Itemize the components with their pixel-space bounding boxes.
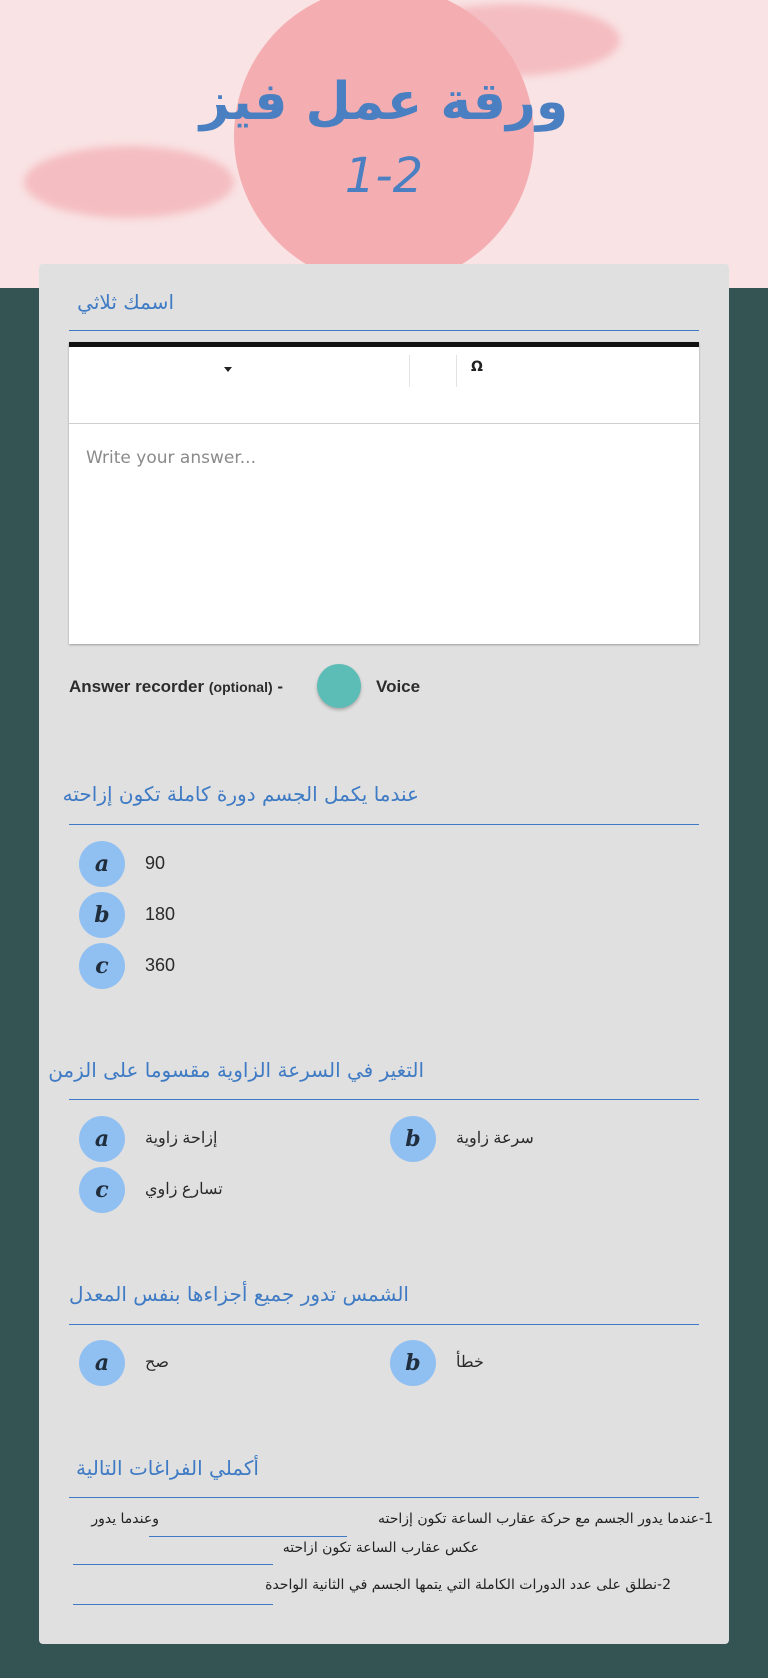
blank-input-1[interactable] bbox=[149, 1536, 347, 1537]
option-letter-badge[interactable]: b bbox=[79, 892, 125, 938]
header-banner: ورقة عمل فيز 1-2 bbox=[0, 0, 768, 288]
question-5-divider bbox=[69, 1497, 699, 1498]
question-2-title: عندما يكمل الجسم دورة كاملة تكون إزاحته bbox=[62, 782, 419, 806]
special-character-button[interactable]: Ω bbox=[471, 359, 483, 375]
option-text: سرعة زاوية bbox=[456, 1130, 534, 1147]
blank-input-2[interactable] bbox=[73, 1564, 273, 1565]
option-text: 180 bbox=[145, 904, 176, 924]
option-text: صح bbox=[145, 1354, 169, 1371]
recorder-dash: - bbox=[277, 677, 284, 696]
option-letter-badge[interactable]: c bbox=[79, 943, 125, 989]
editor-toolbar: Ω bbox=[69, 347, 699, 424]
question-4-title: الشمس تدور جميع أجزاءها بنفس المعدل bbox=[69, 1282, 409, 1306]
question-3-title: التغير في السرعة الزاوية مقسوما على الزم… bbox=[48, 1058, 424, 1082]
fill-blank-line-1b: وعندما يدور bbox=[91, 1511, 159, 1527]
question-1-title: اسمك ثلاثي bbox=[77, 290, 174, 314]
option-letter-badge[interactable]: b bbox=[390, 1116, 436, 1162]
header-circle bbox=[234, 0, 534, 286]
blank-input-3[interactable] bbox=[73, 1604, 273, 1605]
option-text: إزاحة زاوية bbox=[145, 1130, 218, 1147]
option-text: خطأ bbox=[456, 1354, 484, 1371]
option-letter-badge[interactable]: c bbox=[79, 1167, 125, 1213]
toolbar-separator bbox=[456, 355, 457, 387]
question-4-divider bbox=[69, 1324, 699, 1325]
worksheet-card: اسمك ثلاثي Ω Write your answer... Answer… bbox=[39, 264, 729, 1644]
recorder-optional: (optional) bbox=[208, 679, 273, 695]
answer-placeholder[interactable]: Write your answer... bbox=[86, 448, 256, 468]
question-2-divider bbox=[69, 824, 699, 825]
option-letter-badge[interactable]: b bbox=[390, 1340, 436, 1386]
page-title: ورقة عمل فيز bbox=[199, 72, 569, 132]
fill-blank-line-1a: 1-عندما يدور الجسم مع حركة عقارب الساعة … bbox=[377, 1511, 713, 1527]
option-text: 360 bbox=[145, 955, 176, 975]
option-letter-badge[interactable]: a bbox=[79, 841, 125, 887]
recorder-label: Answer recorder bbox=[69, 677, 205, 696]
toolbar-separator bbox=[409, 355, 410, 387]
question-1-divider bbox=[69, 330, 699, 331]
question-5-title: أكملي الفراغات التالية bbox=[75, 1456, 259, 1480]
question-3-divider bbox=[69, 1099, 699, 1100]
fill-blank-line-3: 2-نطلق على عدد الدورات الكاملة التي يتمه… bbox=[265, 1577, 671, 1593]
recorder-label-group: Answer recorder (optional) - bbox=[69, 677, 283, 697]
answer-editor[interactable]: Ω Write your answer... bbox=[69, 342, 699, 644]
fill-blank-line-2: عكس عقارب الساعة تكون ازاحته bbox=[282, 1540, 479, 1556]
record-button[interactable] bbox=[317, 664, 361, 708]
option-letter-badge[interactable]: a bbox=[79, 1116, 125, 1162]
option-text: 90 bbox=[145, 853, 166, 873]
option-letter-badge[interactable]: a bbox=[79, 1340, 125, 1386]
option-text: تسارع زاوي bbox=[145, 1181, 223, 1198]
voice-label: Voice bbox=[376, 677, 421, 696]
page-subtitle: 1-2 bbox=[344, 148, 424, 204]
dropdown-caret-icon[interactable] bbox=[224, 367, 232, 372]
